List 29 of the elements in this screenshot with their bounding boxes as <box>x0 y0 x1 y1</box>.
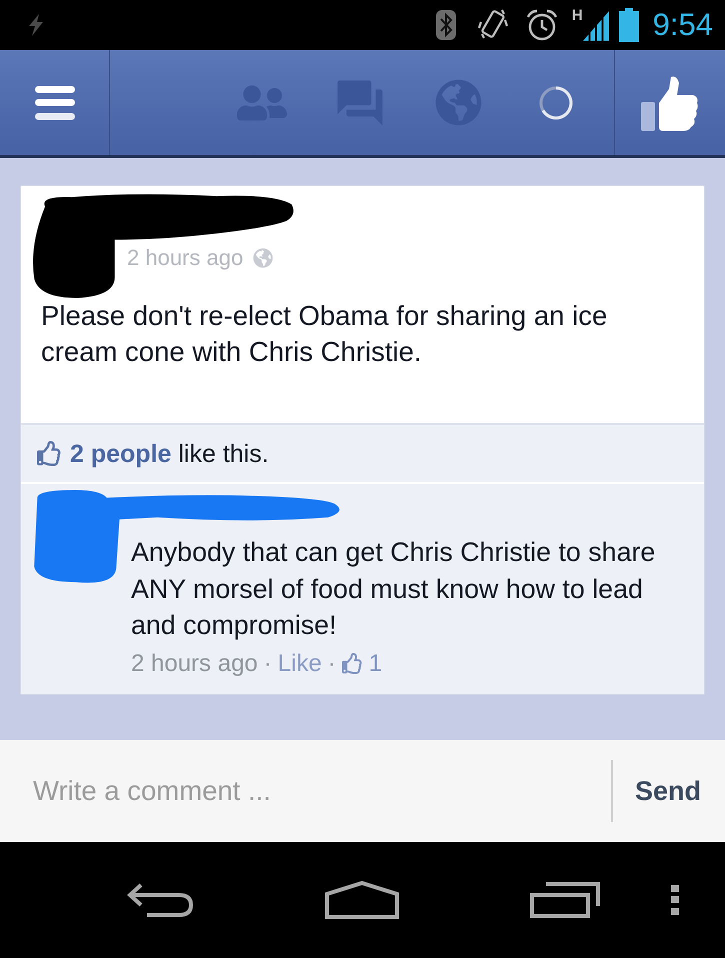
bluetooth-icon <box>436 10 456 40</box>
thumbs-up-icon <box>342 653 363 674</box>
post-timestamp: 2 hours ago <box>127 244 244 272</box>
globe-icon <box>253 248 274 268</box>
separator-dot: · <box>264 650 272 678</box>
back-arrow-icon <box>127 883 193 917</box>
thumbs-up-icon <box>37 441 62 466</box>
clock-time: 9:54 <box>652 7 713 43</box>
more-options-icon <box>671 885 679 915</box>
separator-dot: · <box>328 650 336 678</box>
flash-icon <box>27 14 45 36</box>
menu-icon <box>34 86 74 120</box>
home-icon <box>325 881 399 919</box>
alarm-clock-icon <box>526 9 558 41</box>
like-count: 1 <box>368 650 382 678</box>
recent-apps-icon <box>530 882 600 918</box>
people-icon <box>237 82 287 122</box>
thumbs-up-icon <box>641 74 699 130</box>
battery-icon <box>618 8 639 42</box>
loading-spinner-icon <box>539 86 573 120</box>
network-type-label: H <box>572 8 583 24</box>
globe-icon <box>434 79 482 126</box>
comment-input[interactable]: Write a comment ... <box>0 740 611 842</box>
post-text: Please don't re-elect Obama for sharing an ice cream cone with Chris Christie. <box>41 299 608 369</box>
likes-summary: 2 people like this. <box>70 438 269 470</box>
signal-strength-icon <box>582 10 609 42</box>
comment-text: Anybody that can get Chris Christie to share ANY morsel of food must know how to lead and compromise! <box>131 536 656 642</box>
comment-timestamp: 2 hours ago <box>131 650 258 678</box>
send-button[interactable]: Send <box>611 740 725 842</box>
